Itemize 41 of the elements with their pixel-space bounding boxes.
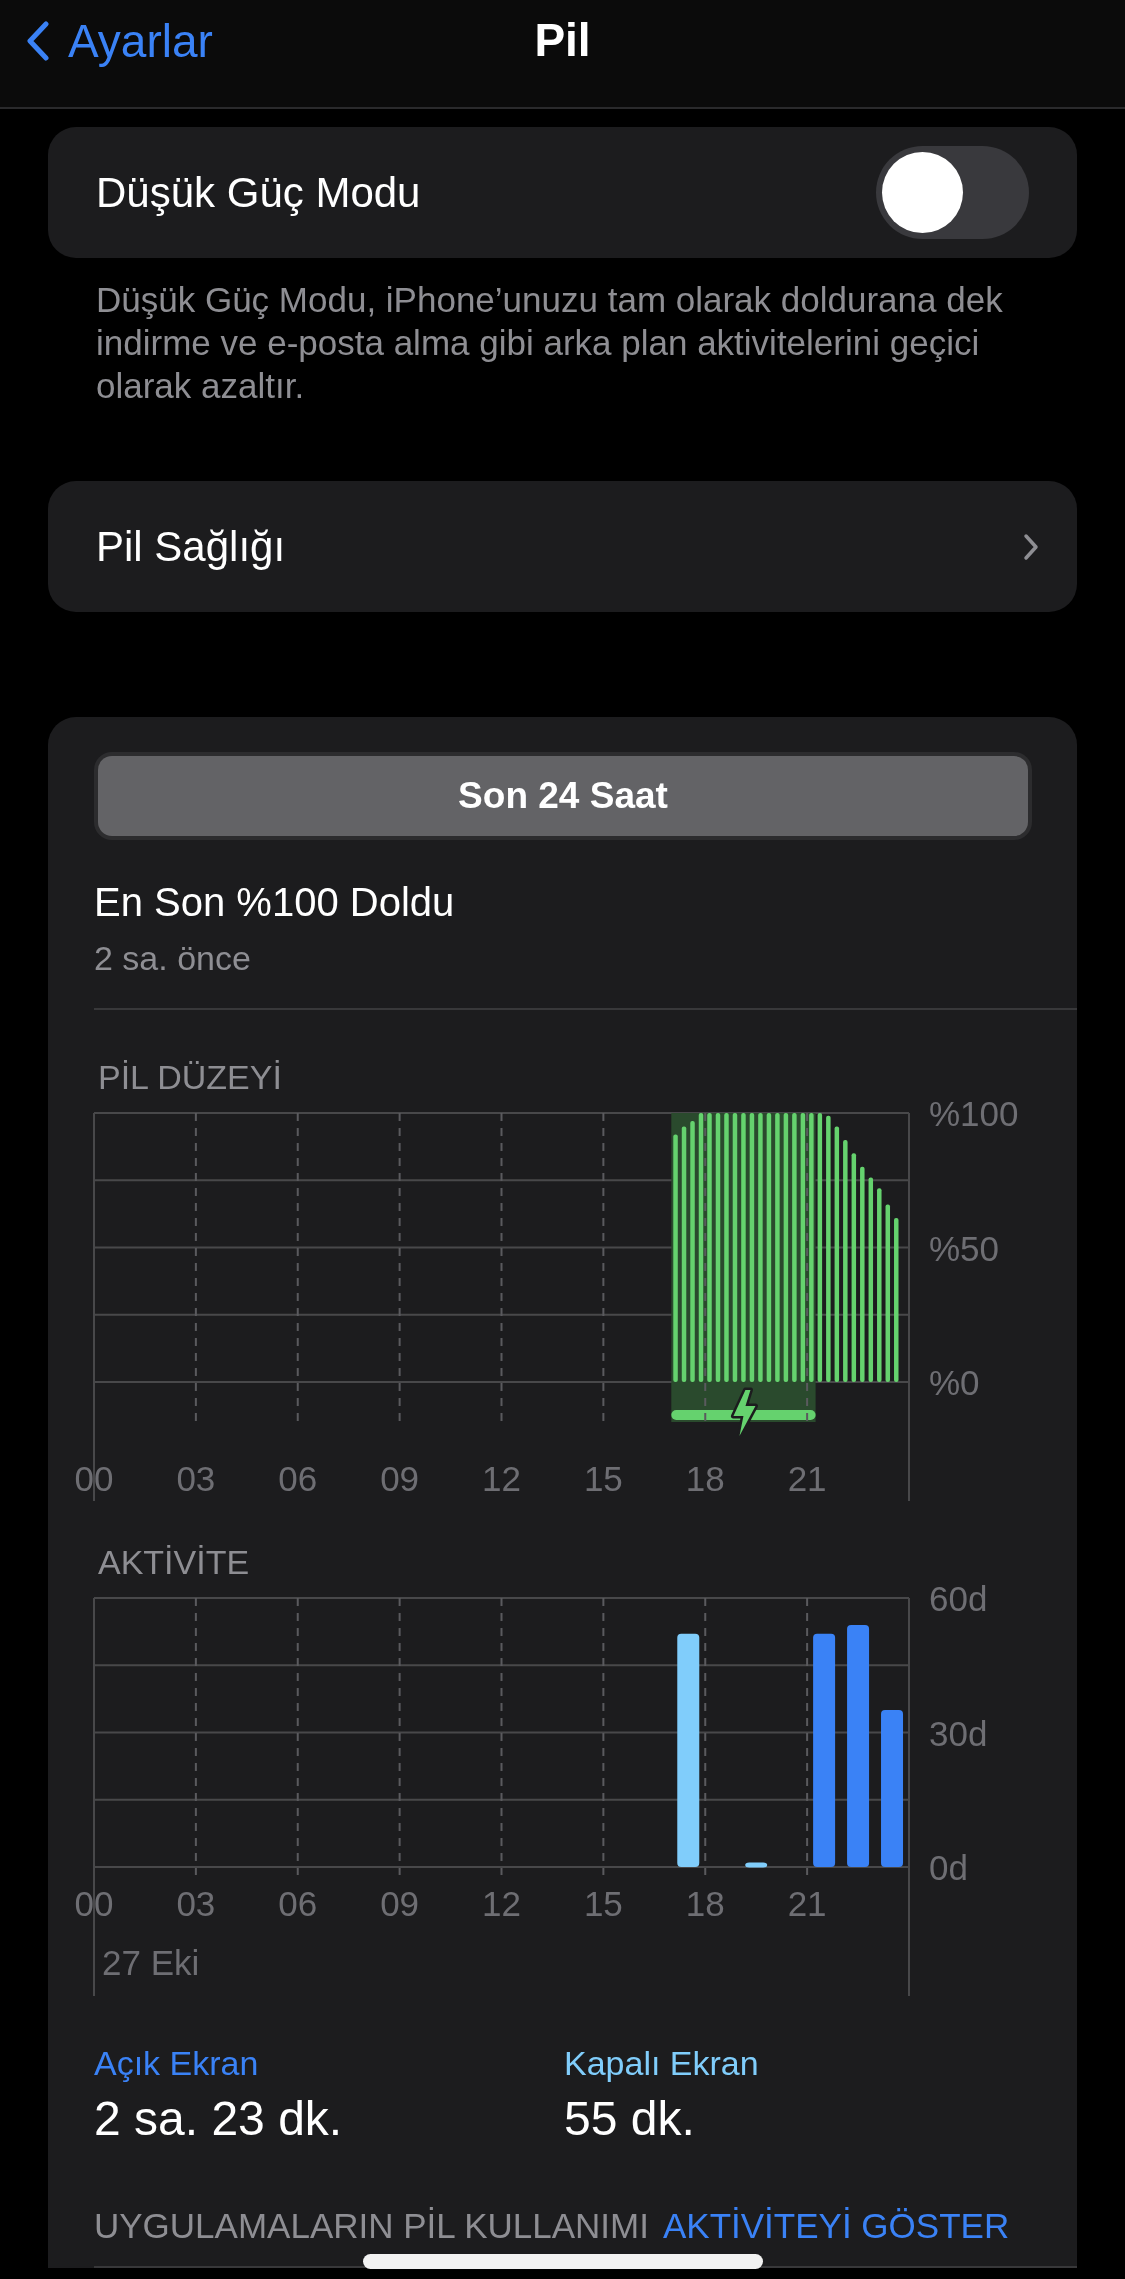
axis-label: 18 — [685, 1884, 725, 1923]
axis-label: %50 — [929, 1228, 1000, 1268]
axis-label: 21 — [787, 1459, 827, 1498]
axis-label: %100 — [929, 1094, 1019, 1133]
axis-label: 00 — [74, 1459, 114, 1498]
back-chevron-icon — [26, 21, 50, 61]
axis-label: 21 — [787, 1884, 827, 1923]
app-usage-heading: UYGULAMALARIN PİL KULLANIMI — [94, 2206, 649, 2246]
segment-tab[interactable]: Son 24 Saat — [98, 756, 1028, 836]
axis-label: 12 — [482, 1459, 521, 1498]
axis-label: 06 — [278, 1884, 318, 1923]
usage-total-value: 2 sa. 23 dk. — [94, 2091, 344, 2146]
low-power-description: Düşük Güç Modu, iPhone’unuzu tam olarak doldurana dek indirme ve e-posta alma gibi arka plan aktivitelerini geçici olarak azaltır. — [96, 279, 1004, 407]
low-power-label: Düşük Güç Modu — [96, 168, 421, 217]
axis-label: 15 — [583, 1884, 623, 1923]
battery-level-heading: PİL DÜZEYİ — [98, 1058, 283, 1097]
axis-label: 00 — [74, 1884, 114, 1923]
battery-health-row[interactable]: Pil Sağlığı — [48, 481, 1077, 612]
axis-label: 60d — [929, 1579, 988, 1618]
axis-label: 06 — [278, 1459, 318, 1498]
axis-label: 12 — [482, 1884, 521, 1923]
back-button[interactable]: Ayarlar — [26, 14, 213, 68]
chevron-right-icon — [1023, 532, 1039, 561]
axis-label: 03 — [176, 1884, 216, 1923]
show-activity-link[interactable]: AKTİVİTEYİ GÖSTER — [663, 2206, 1010, 2246]
last-charged-time: 2 sa. önce — [94, 939, 252, 978]
axis-label: 03 — [176, 1459, 216, 1498]
legend-label: Kapalı Ekran — [564, 2044, 760, 2083]
axis-label: 09 — [380, 1884, 420, 1923]
page-title: Pil — [534, 12, 591, 67]
usage-total-value: 55 dk. — [564, 2091, 696, 2146]
last-charged-title: En Son %100 Doldu — [94, 880, 456, 925]
axis-label: 30d — [929, 1713, 988, 1753]
date-label: 27 Eki — [102, 1943, 200, 1982]
legend-label: Açık Ekran — [94, 2044, 260, 2083]
axis-label: 0d — [929, 1848, 968, 1887]
activity-heading: AKTİVİTE — [98, 1543, 251, 1582]
axis-label: %0 — [929, 1363, 980, 1402]
axis-label: 18 — [685, 1459, 725, 1498]
axis-label: 09 — [380, 1459, 420, 1498]
axis-label: 15 — [583, 1459, 623, 1498]
